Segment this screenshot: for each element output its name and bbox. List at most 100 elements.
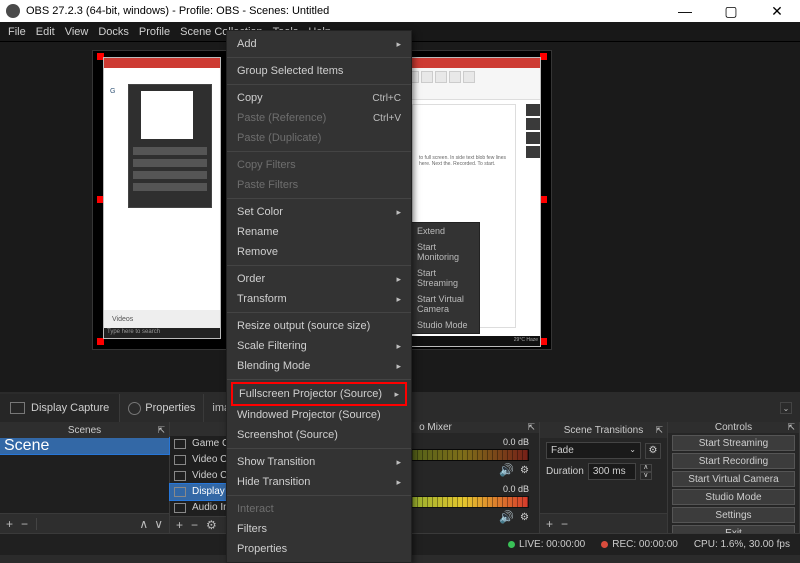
ctx-add[interactable]: Add▸ [227,34,411,54]
scene-label: Scene [4,437,49,455]
panel-title: Controls [715,422,752,433]
ctx-paste-filters: Paste Filters [227,175,411,195]
menu-file[interactable]: File [8,26,26,38]
resize-handle-br[interactable] [540,338,547,345]
menu-docks[interactable]: Docks [98,26,129,38]
popout-icon[interactable]: ⇱ [157,425,165,436]
ctx-windowed-projector-source[interactable]: Windowed Projector (Source) [227,405,411,425]
ctx-show-transition[interactable]: Show Transition▸ [227,452,411,472]
ctx-rename[interactable]: Rename [227,222,411,242]
ctx-set-color[interactable]: Set Color▸ [227,202,411,222]
app-icon [6,4,20,18]
channel-settings-button[interactable]: ⚙ [520,465,529,476]
scenes-panel: Scenes ⇱ ScenesScene + − ∧ ∨ [0,422,170,533]
remove-transition-button[interactable]: − [561,517,568,531]
taskbar-weather: 29°C Haze [514,337,538,343]
ctx-copy-filters: Copy Filters [227,155,411,175]
scenes-list[interactable]: ScenesScene [0,438,169,513]
resize-handle-tr[interactable] [540,53,547,60]
channel-db: 0.0 dB [503,484,529,494]
submenu-item[interactable]: Start Virtual Camera [411,291,479,317]
close-button[interactable]: ✕ [760,3,794,20]
source-properties-button[interactable]: Properties [120,394,203,422]
popout-icon[interactable]: ⇱ [655,425,663,436]
menu-edit[interactable]: Edit [36,26,55,38]
submenu-arrow-icon: ▸ [396,39,401,50]
resize-handle-mr[interactable] [540,196,547,203]
panel-title: Scenes [68,425,101,436]
submenu-arrow-icon: ▸ [396,477,401,488]
submenu-arrow-icon: ▸ [396,207,401,218]
duration-input[interactable]: 300 ms [588,463,636,480]
submenu-item[interactable]: Start Streaming [411,265,479,291]
submenu-item[interactable]: Studio Mode [411,317,479,333]
add-scene-button[interactable]: + [6,517,13,531]
dropdown-button[interactable]: ⌄ [780,402,792,414]
source-icon [174,471,186,481]
source-context-menu: Add▸ Group Selected Items CopyCtrl+C Pas… [226,30,412,563]
source-icon [174,455,186,465]
mute-button[interactable]: 🔊 [499,463,514,477]
start-recording-button[interactable]: Start Recording [672,453,795,469]
ctx-copy[interactable]: CopyCtrl+C [227,88,411,108]
maximize-button[interactable]: ▢ [714,3,748,20]
scene-item[interactable]: ScenesScene [0,438,169,454]
popout-icon[interactable]: ⇱ [787,422,795,433]
chevron-down-icon: ⌄ [629,445,636,456]
mute-button[interactable]: 🔊 [499,510,514,524]
cpu-status: CPU: 1.6%, 30.00 fps [694,539,790,550]
duration-step-up[interactable]: ∧ [640,464,652,472]
ctx-remove[interactable]: Remove [227,242,411,262]
ctx-fullscreen-projector-source[interactable]: Fullscreen Projector (Source)▸ [231,382,407,406]
panel-title: o Mixer [419,422,452,433]
move-scene-down-button[interactable]: ∨ [154,517,163,531]
popout-icon[interactable]: ⇱ [527,422,535,433]
settings-button[interactable]: Settings [672,507,795,523]
scene-transitions-panel: Scene Transitions⇱ Fade⌄ ⚙ Duration 300 … [540,422,668,533]
active-source-label: Display Capture [31,402,109,414]
ctx-interact: Interact [227,499,411,519]
submenu-arrow-icon: ▸ [396,294,401,305]
panel-title: Scene Transitions [564,425,644,436]
menu-profile[interactable]: Profile [139,26,170,38]
channel-settings-button[interactable]: ⚙ [520,512,529,523]
start-streaming-button[interactable]: Start Streaming [672,435,795,451]
remove-scene-button[interactable]: − [21,517,28,531]
studio-mode-button[interactable]: Studio Mode [672,489,795,505]
source-name-chip: Display Capture [0,394,120,422]
ctx-group-selected[interactable]: Group Selected Items [227,61,411,81]
resize-handle-bl[interactable] [97,338,104,345]
ctx-hide-transition[interactable]: Hide Transition▸ [227,472,411,492]
window-title: OBS 27.2.3 (64-bit, windows) - Profile: … [26,5,329,17]
ctx-scale-filtering[interactable]: Scale Filtering▸ [227,336,411,356]
minimize-button[interactable]: — [668,3,702,19]
add-transition-button[interactable]: + [546,517,553,531]
ctx-resize-output[interactable]: Resize output (source size) [227,316,411,336]
ctx-transform[interactable]: Transform▸ [227,289,411,309]
ctx-screenshot-source[interactable]: Screenshot (Source) [227,425,411,445]
doc-text: to full screen. In side text blob few li… [419,155,509,167]
remove-source-button[interactable]: − [191,518,198,532]
submenu-arrow-icon: ▸ [396,274,401,285]
ctx-blending-mode[interactable]: Blending Mode▸ [227,356,411,376]
source-icon [174,487,186,497]
transition-settings-button[interactable]: ⚙ [645,443,661,459]
live-status: LIVE: 00:00:00 [508,539,585,550]
ctx-order[interactable]: Order▸ [227,269,411,289]
ctx-properties[interactable]: Properties [227,539,411,559]
gear-icon [128,402,141,415]
source-settings-button[interactable]: ⚙ [206,518,217,532]
transition-select[interactable]: Fade⌄ [546,442,641,459]
menu-view[interactable]: View [65,26,89,38]
submenu-item[interactable]: Extend [411,223,479,239]
start-virtual-camera-button[interactable]: Start Virtual Camera [672,471,795,487]
ctx-filters[interactable]: Filters [227,519,411,539]
duration-step-down[interactable]: ∨ [640,472,652,480]
submenu-item[interactable]: Start Monitoring [411,239,479,265]
move-scene-up-button[interactable]: ∧ [139,517,148,531]
rec-indicator-icon [601,541,608,548]
source-icon [174,503,186,513]
add-source-button[interactable]: + [176,518,183,532]
transform-submenu: Extend Start Monitoring Start Streaming … [410,222,480,334]
videos-tab: Videos [112,316,133,323]
